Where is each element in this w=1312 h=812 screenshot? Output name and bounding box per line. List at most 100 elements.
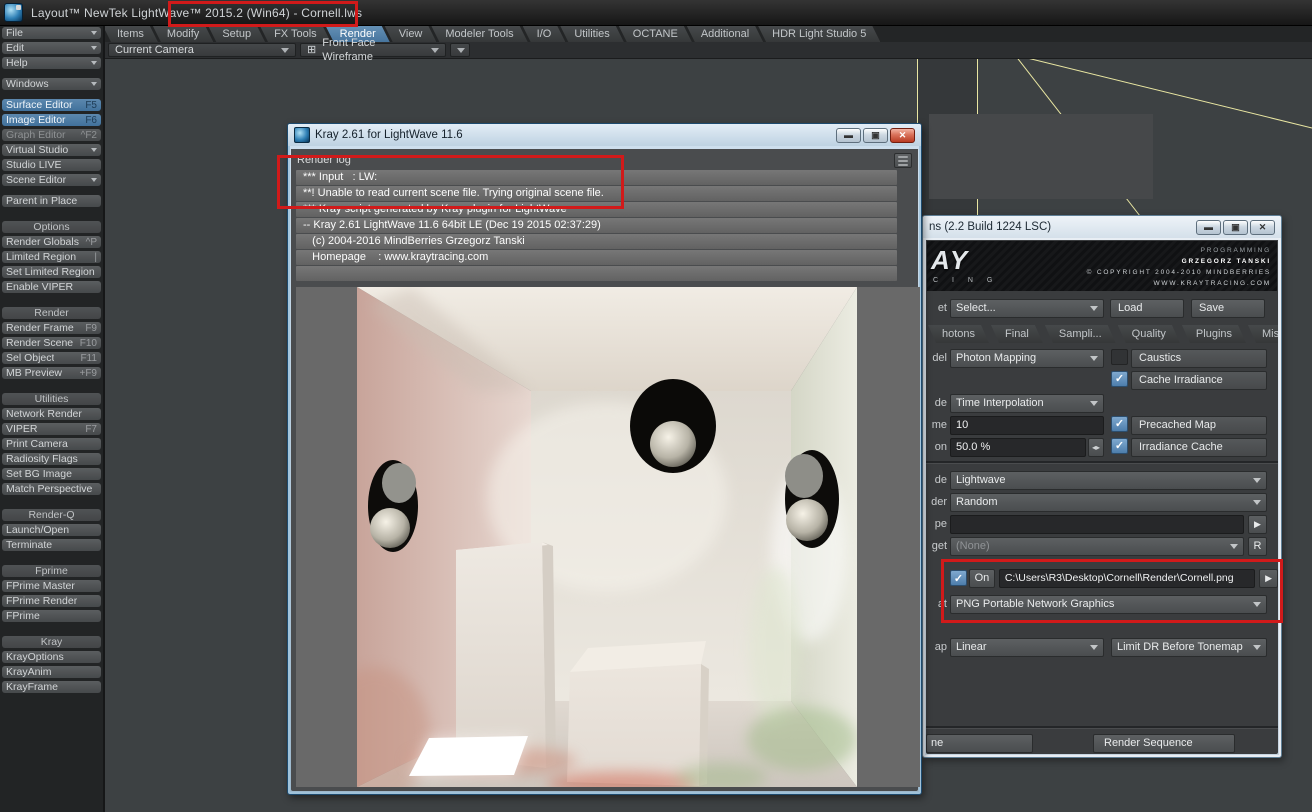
target-reset-button[interactable]: R [1248,537,1267,556]
render-log-line[interactable]: Homepage : www.kraytracing.com [296,250,897,265]
lightwave-mode-dropdown[interactable]: Lightwave [950,471,1267,490]
resolution-spinner[interactable]: ◂▸ [1088,438,1104,457]
maximize-button[interactable]: ▣ [1223,220,1248,235]
sidebar-item[interactable]: Limited Region | [2,251,101,263]
options-tab[interactable]: Plugins [1182,325,1246,343]
cache-irradiance-checkbox-label[interactable]: Cache Irradiance [1131,371,1267,390]
sidebar-item[interactable]: KrayAnim [2,666,101,678]
close-button[interactable]: ✕ [1250,220,1275,235]
preset-load-button[interactable]: Load [1110,299,1184,318]
options-tab[interactable]: Sampli... [1045,325,1116,343]
menu-tab[interactable]: Items [103,26,158,42]
sidebar-item[interactable]: Set BG Image [2,468,101,480]
sidebar-item[interactable]: Fprime [2,565,101,577]
caustics-checkbox[interactable] [1111,349,1128,365]
render-log-line[interactable]: *** Input : LW: [296,170,897,185]
sidebar-item[interactable]: Network Render [2,408,101,420]
precached-map-checkbox-label[interactable]: Precached Map [1131,416,1267,435]
maximize-button[interactable]: ▣ [863,128,888,143]
anim-mode-dropdown[interactable]: Time Interpolation [950,394,1104,413]
sidebar-item[interactable]: Scene Editor [2,174,101,186]
menu-tab[interactable]: HDR Light Studio 5 [758,26,880,42]
menu-tab[interactable]: Modeler Tools [431,26,527,42]
sidebar-item[interactable]: Parent in Place [2,195,101,207]
output-on-button[interactable]: On [969,569,995,588]
render-log-line[interactable]: *** Kray script generated by Kray plugin… [296,202,897,217]
sidebar-item[interactable]: Windows [2,78,101,90]
format-dropdown[interactable]: PNG Portable Network Graphics [950,595,1267,614]
sidebar-item[interactable]: Surface Editor F5 [2,99,101,111]
sidebar-item[interactable]: Virtual Studio [2,144,101,156]
sidebar-item[interactable]: Terminate [2,539,101,551]
sidebar-item[interactable] [2,210,101,218]
sidebar-item[interactable]: Render [2,307,101,319]
sidebar-item[interactable]: Launch/Open [2,524,101,536]
kray-window-titlebar[interactable]: Kray 2.61 for LightWave 11.6 ▬ ▣ ✕ [288,124,921,146]
type-input[interactable] [950,515,1244,534]
sidebar-item[interactable] [2,382,101,390]
sidebar-item[interactable]: Sel Object F11 [2,352,101,364]
options-window-titlebar[interactable]: ns (2.2 Build 1224 LSC) ▬ ▣ ✕ [923,216,1281,238]
log-menu-button[interactable] [894,153,912,168]
sidebar-item[interactable]: Studio LIVE [2,159,101,171]
minimize-button[interactable]: ▬ [836,128,861,143]
menu-tab[interactable]: Utilities [560,26,623,42]
sidebar-item[interactable] [2,625,101,633]
sidebar-item[interactable] [2,296,101,304]
options-tab[interactable]: Misc [1248,325,1278,343]
menu-tab[interactable]: I/O [523,26,566,42]
options-tab[interactable]: Final G... [991,325,1043,343]
view-mode-dropdown[interactable]: ⊞ Front Face Wireframe [300,43,446,57]
sidebar-item[interactable]: MB Preview +F9 [2,367,101,379]
sidebar-item[interactable]: KrayOptions [2,651,101,663]
irradiance-cache-checkbox-label[interactable]: Irradiance Cache [1131,438,1267,457]
render-log-line[interactable]: (c) 2004-2016 MindBerries Grzegorz Tansk… [296,234,897,249]
cache-irradiance-checkbox[interactable]: ✓ [1111,371,1128,387]
sidebar-item[interactable]: Radiosity Flags [2,453,101,465]
preset-save-button[interactable]: Save [1191,299,1265,318]
render-sequence-button[interactable]: Render Sequence [1093,734,1235,753]
sidebar-item[interactable]: FPrime Master [2,580,101,592]
render-log-line[interactable] [296,266,897,281]
sidebar-item[interactable]: FPrime [2,610,101,622]
resolution-input[interactable]: 50.0 % [950,438,1086,457]
sidebar-item[interactable]: Render Frame F9 [2,322,101,334]
sidebar-item[interactable] [2,72,101,75]
close-button[interactable]: ✕ [890,128,915,143]
sidebar-item[interactable]: Kray [2,636,101,648]
render-log-line[interactable]: -- Kray 2.61 LightWave 11.6 64bit LE (De… [296,218,897,233]
target-dropdown[interactable]: (None) [950,537,1244,556]
options-tab[interactable]: hotons [928,325,989,343]
menu-tab[interactable]: OCTANE [619,26,692,42]
sidebar-item[interactable]: Edit [2,42,101,54]
sidebar-item[interactable]: File [2,27,101,39]
caustics-checkbox-label[interactable]: Caustics [1131,349,1267,368]
sidebar-item[interactable]: Render Globals ^P [2,236,101,248]
sidebar-item[interactable] [2,93,101,96]
sidebar-item[interactable]: VIPER F7 [2,423,101,435]
view-extra-dropdown[interactable] [450,43,470,57]
sidebar-item[interactable]: Help [2,57,101,69]
output-path-field[interactable]: C:\Users\R3\Desktop\Cornell\Render\Corne… [999,569,1255,588]
sidebar-item[interactable]: Render-Q [2,509,101,521]
sidebar-item[interactable]: KrayFrame [2,681,101,693]
sidebar-item[interactable]: Enable VIPER [2,281,101,293]
sidebar-item[interactable] [2,189,101,192]
render-log-line[interactable]: **! Unable to read current scene file. T… [296,186,897,201]
precached-map-checkbox[interactable]: ✓ [1111,416,1128,432]
sidebar-item[interactable]: Graph Editor ^F2 [2,129,101,141]
sidebar-item[interactable]: FPrime Render [2,595,101,607]
menu-tab[interactable]: FX Tools [260,26,331,42]
preset-dropdown[interactable]: Select... [950,299,1104,318]
render-frame-button-fragment[interactable]: ne [926,734,1033,753]
irradiance-cache-checkbox[interactable]: ✓ [1111,438,1128,454]
output-on-checkbox[interactable]: ✓ [950,570,967,586]
order-dropdown[interactable]: Random [950,493,1267,512]
sidebar-item[interactable]: Set Limited Region [2,266,101,278]
minimize-button[interactable]: ▬ [1196,220,1221,235]
options-tab[interactable]: Quality [1118,325,1180,343]
sidebar-item[interactable]: Image Editor F6 [2,114,101,126]
frames-input[interactable]: 10 [950,416,1104,435]
sidebar-item[interactable] [2,498,101,506]
sidebar-item[interactable] [2,554,101,562]
